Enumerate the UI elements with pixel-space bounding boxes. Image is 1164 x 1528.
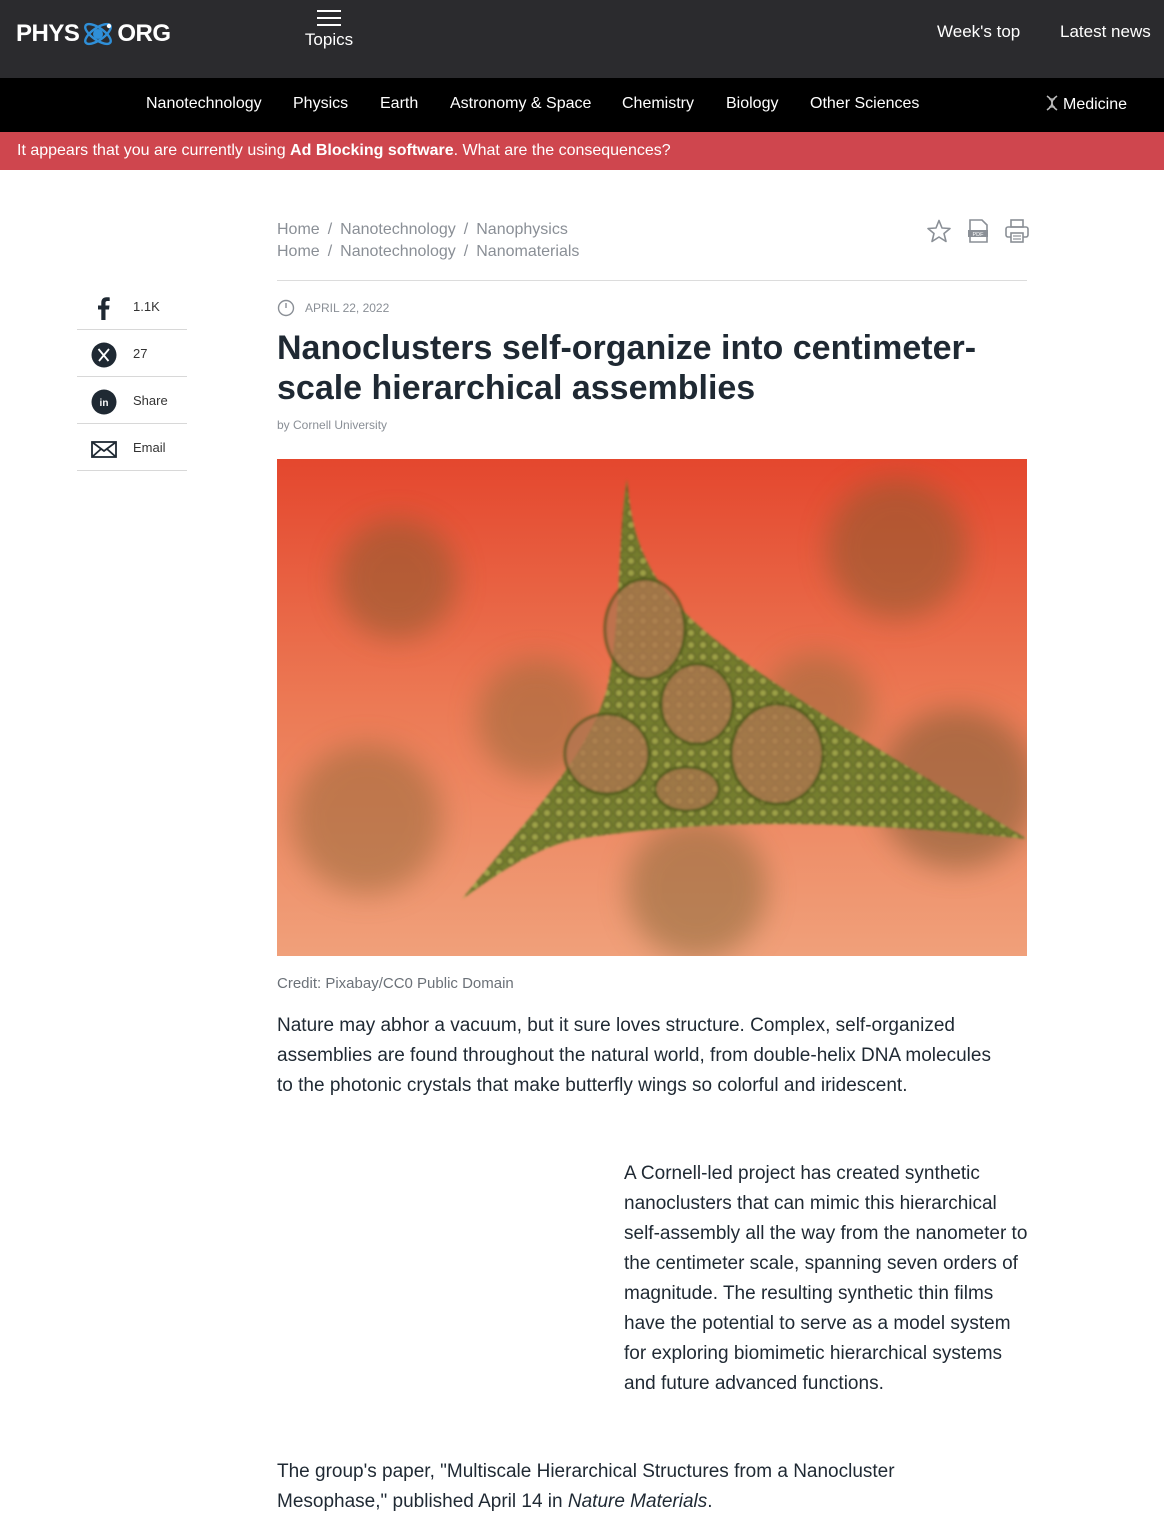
share-x[interactable]: 27 (77, 330, 187, 377)
image-credit: Credit: Pixabay/CC0 Public Domain (277, 975, 514, 992)
breadcrumb-home[interactable]: Home (277, 243, 320, 260)
weeks-top-link[interactable]: Week's top (937, 22, 1020, 42)
breadcrumb: Home / Nanotechnology / Nanophysics (277, 221, 568, 238)
latest-news-link[interactable]: Latest news (1060, 22, 1151, 42)
share-facebook[interactable]: 1.1K (77, 283, 187, 330)
nav-nanotechnology[interactable]: Nanotechnology (146, 95, 262, 113)
print-icon[interactable] (1004, 218, 1030, 244)
nav-biology[interactable]: Biology (726, 95, 778, 113)
journal-name[interactable]: Nature Materials (568, 1491, 707, 1512)
nav-earth[interactable]: Earth (380, 95, 418, 113)
pdf-icon[interactable]: PDF (965, 218, 991, 244)
svg-text:in: in (100, 398, 109, 409)
article-paragraph: A Cornell-led project has created synthe… (624, 1163, 1028, 1394)
breadcrumb-nanotechnology[interactable]: Nanotechnology (340, 243, 456, 260)
nav-other-sciences[interactable]: Other Sciences (810, 95, 919, 113)
nav-chemistry[interactable]: Chemistry (622, 95, 694, 113)
adblock-suffix: . What are the consequences? (453, 142, 671, 159)
facebook-count: 1.1K (133, 299, 160, 314)
email-label: Email (133, 440, 166, 455)
nav-physics[interactable]: Physics (293, 95, 348, 113)
topics-label: Topics (304, 30, 354, 49)
adblock-text: It appears that you are currently using … (17, 142, 671, 160)
breadcrumb-nanophysics[interactable]: Nanophysics (476, 221, 568, 238)
breadcrumb: Home / Nanotechnology / Nanomaterials (277, 243, 580, 260)
share-linkedin[interactable]: in Share (77, 377, 187, 424)
category-nav: Nanotechnology Physics Earth Astronomy &… (0, 78, 1164, 132)
dna-icon (1046, 95, 1058, 111)
article-paragraph: Nature may abhor a vacuum, but it sure l… (277, 1015, 991, 1096)
article-title: Nanoclusters self-organize into centimet… (277, 329, 977, 407)
site-logo[interactable]: PHYS ORG (16, 14, 171, 54)
topics-menu-button[interactable]: Topics (300, 8, 358, 50)
linkedin-label: Share (133, 393, 168, 408)
x-icon (91, 342, 117, 368)
logo-text-left: PHYS (16, 20, 80, 47)
adblock-prefix: It appears that you are currently using (17, 142, 291, 159)
adblock-notice[interactable]: It appears that you are currently using … (0, 132, 1164, 170)
article-hero-image[interactable] (277, 459, 1027, 956)
para3-suffix: . (707, 1491, 713, 1512)
x-count: 27 (133, 346, 148, 361)
article-actions: PDF (926, 218, 1030, 244)
nav-medicine-label: Medicine (1063, 96, 1128, 113)
hamburger-icon (317, 10, 341, 26)
publish-date: APRIL 22, 2022 (277, 299, 389, 317)
atom-logo-icon (84, 22, 113, 46)
clock-icon (277, 299, 295, 317)
share-email[interactable]: Email (77, 424, 187, 471)
breadcrumb-nanotechnology[interactable]: Nanotechnology (340, 221, 456, 238)
logo-text-right: ORG (117, 20, 171, 47)
article-paragraph: The group's paper, "Multiscale Hierarchi… (277, 1457, 1007, 1517)
top-header: PHYS ORG Topics Week's top Latest news (0, 0, 1164, 78)
breadcrumb-home[interactable]: Home (277, 221, 320, 238)
linkedin-icon: in (91, 389, 117, 415)
adblock-bold: Ad Blocking software (290, 142, 454, 159)
nav-astronomy-space[interactable]: Astronomy & Space (450, 95, 591, 113)
divider (277, 280, 1027, 281)
email-icon (91, 441, 117, 458)
date-text: APRIL 22, 2022 (305, 301, 390, 315)
nav-medicine[interactable]: Medicine (1045, 95, 1127, 114)
breadcrumb-nanomaterials[interactable]: Nanomaterials (476, 243, 579, 260)
article-byline: by Cornell University (277, 418, 388, 432)
facebook-icon (98, 297, 110, 320)
svg-text:PDF: PDF (973, 232, 985, 238)
bookmark-star-icon[interactable] (926, 218, 952, 244)
